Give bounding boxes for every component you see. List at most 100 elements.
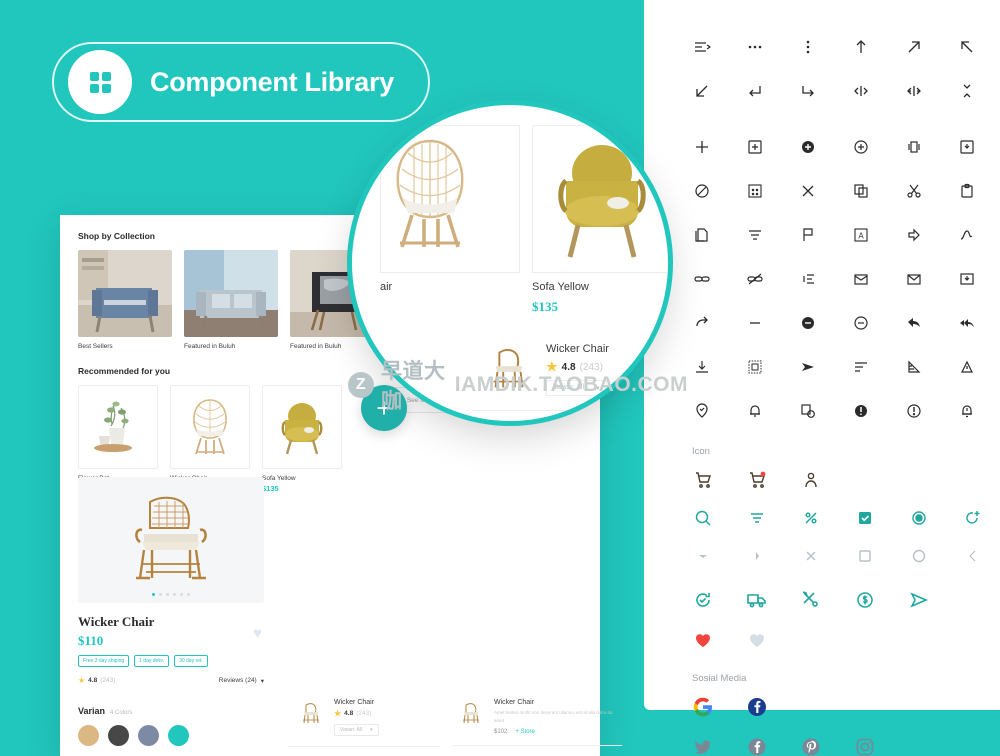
crop-icon[interactable] [745,357,765,377]
ban-icon[interactable] [692,181,712,201]
arrow-corner-icon[interactable] [798,81,818,101]
collection-item[interactable]: Best Sellers [78,250,172,350]
save-icon[interactable] [957,137,977,157]
tag-plus-icon[interactable] [962,507,984,529]
percent-icon[interactable] [800,507,822,529]
inbox-download-icon[interactable] [957,269,977,289]
circle-icon[interactable] [908,545,930,567]
collection-item[interactable]: Featured in Buluh [184,250,278,350]
caret-right-icon[interactable] [746,545,768,567]
ellipsis-horizontal-icon[interactable] [745,37,765,57]
refresh-check-icon[interactable] [692,589,714,611]
search-icon[interactable] [692,507,714,529]
lens-variant-select[interactable]: Varian: All ▾ [546,380,607,396]
filter-icon[interactable] [746,507,768,529]
heart-pale-icon[interactable] [746,629,768,651]
plus-circle-filled-icon[interactable] [798,137,818,157]
signature-icon[interactable] [957,225,977,245]
header-logo [68,50,132,114]
minus-circle-icon[interactable] [851,313,871,333]
expand-horizontal-icon[interactable] [851,81,871,101]
redo-icon[interactable] [692,313,712,333]
close-icon[interactable] [798,181,818,201]
cart-badge-icon[interactable] [746,469,768,491]
clipboard-icon[interactable] [957,181,977,201]
plus-circle-icon[interactable] [851,137,871,157]
bell-lock-icon[interactable] [745,401,765,421]
arrow-down-left-icon[interactable] [692,81,712,101]
file-copy-icon[interactable] [692,225,712,245]
favorite-heart-icon[interactable]: ♥ [253,625,262,642]
add-fab-button[interactable]: + [361,385,407,431]
clock-copy-icon[interactable] [798,401,818,421]
reply-all-icon[interactable] [957,313,977,333]
caret-down-icon[interactable] [692,545,714,567]
copy-icon[interactable] [851,181,871,201]
calculator-icon[interactable] [745,181,765,201]
indent-icon[interactable] [798,269,818,289]
carousel-dots[interactable] [152,593,190,596]
collapse-horizontal-icon[interactable] [904,81,924,101]
arrow-up-right-icon[interactable] [904,37,924,57]
icon-row [692,36,1000,58]
add-store-link[interactable]: + Store [515,729,535,735]
enter-icon[interactable] [745,81,765,101]
plus-icon[interactable] [692,137,712,157]
download-icon[interactable] [692,357,712,377]
reviews-dropdown[interactable]: Reviews (24) ▾ [219,677,264,685]
align-justify-icon[interactable] [692,37,712,57]
alert-outline-icon[interactable] [904,401,924,421]
ellipsis-vertical-icon[interactable] [798,37,818,57]
ruler-icon[interactable] [904,357,924,377]
link-icon[interactable] [692,269,712,289]
filter-icon[interactable] [745,225,765,245]
user-icon[interactable] [800,469,822,491]
checkbox-checked-icon[interactable] [854,507,876,529]
variant-select[interactable]: Varian: All ▾ [334,724,379,736]
dollar-circle-icon[interactable] [854,589,876,611]
reply-icon[interactable] [904,313,924,333]
product-card[interactable]: Sofa Yellow $135 [262,385,342,493]
align-left-icon[interactable] [851,357,871,377]
plus-square-icon[interactable] [745,137,765,157]
scissors-icon[interactable] [904,181,924,201]
mail-open-icon[interactable] [904,269,924,289]
arrow-up-icon[interactable] [851,37,871,57]
google-icon[interactable] [692,696,714,718]
minus-icon[interactable] [745,313,765,333]
square-icon[interactable] [854,545,876,567]
flag-icon[interactable] [798,225,818,245]
heart-filled-icon[interactable] [692,629,714,651]
tools-icon[interactable] [800,589,822,611]
location-check-icon[interactable] [692,401,712,421]
mail-icon[interactable] [851,269,871,289]
arrow-up-left-icon[interactable] [957,37,977,57]
triangle-alert-icon[interactable] [957,357,977,377]
collapse-vertical-icon[interactable] [957,81,977,101]
swatch-dark[interactable] [108,725,129,746]
arrow-right-block-icon[interactable] [904,225,924,245]
alert-filled-icon[interactable] [851,401,871,421]
mini-product-card[interactable]: Wicker Chair ★ 4.8 (243) Varian: All ▾ [288,693,440,747]
radio-selected-icon[interactable] [908,507,930,529]
close-icon[interactable] [800,545,822,567]
chevron-left-icon[interactable] [962,545,984,567]
swatch-blue[interactable] [138,725,159,746]
twitter-icon[interactable] [692,736,714,756]
swatch-teal[interactable] [168,725,189,746]
pinterest-icon[interactable] [800,736,822,756]
cart-icon[interactable] [692,469,714,491]
send-icon[interactable] [798,357,818,377]
truck-icon[interactable] [746,589,768,611]
minus-circle-filled-icon[interactable] [798,313,818,333]
send-icon[interactable] [908,589,930,611]
text-box-icon[interactable]: A [851,225,871,245]
facebook-icon[interactable] [746,696,768,718]
swatch-natural[interactable] [78,725,99,746]
list-item[interactable]: Wicker Chair Amet tenteri molht non dese… [452,693,622,747]
instagram-icon[interactable] [854,736,876,756]
duplicate-icon[interactable] [904,137,924,157]
facebook-gray-icon[interactable] [746,736,768,756]
link-off-icon[interactable] [745,269,765,289]
bell-alert-icon[interactable] [957,401,977,421]
